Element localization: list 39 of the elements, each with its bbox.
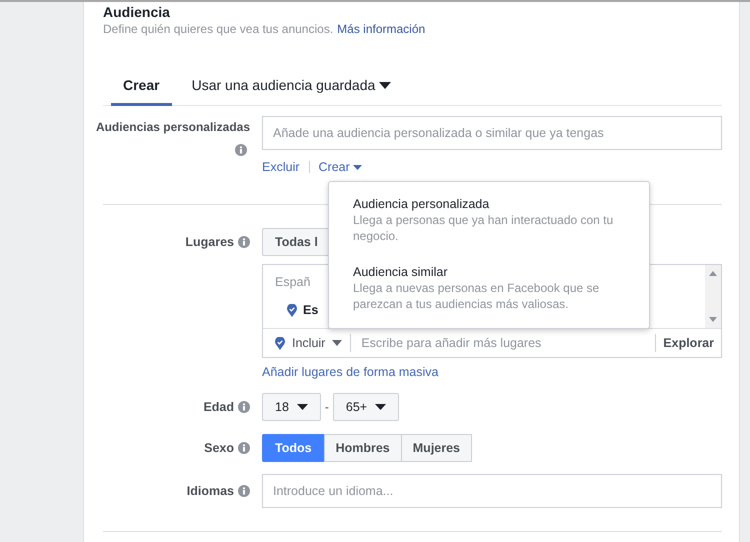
- action-link[interactable]: Crear: [318, 160, 362, 174]
- field-label: Edad: [203, 400, 234, 414]
- info-icon: [238, 236, 250, 248]
- caret-icon: [332, 340, 342, 346]
- section-description: Define quién quieres que vea tus anuncios.: [103, 22, 334, 36]
- field-label: Sexo: [204, 441, 234, 455]
- custom-audience-field[interactable]: Añade una audiencia personalizada o similar que ya tengas: [262, 116, 722, 150]
- location-name: Es: [303, 303, 318, 317]
- info-icon: [235, 144, 247, 156]
- scrollbar[interactable]: [705, 265, 721, 328]
- language-field[interactable]: Introduce un idioma...: [262, 474, 722, 508]
- explore-button[interactable]: Explorar: [655, 334, 721, 352]
- menu-item[interactable]: Audiencia similar Llega a nuevas personas en Facebook que se parezcan a tus audiencias más valiosas.: [329, 262, 649, 314]
- gender-option[interactable]: Todos: [262, 434, 325, 462]
- caret-icon: [296, 404, 308, 410]
- action-link[interactable]: Excluir: [262, 160, 300, 174]
- pin-icon: [287, 304, 297, 316]
- info-icon: [238, 442, 250, 454]
- bulk-locations-link[interactable]: Añadir lugares de forma masiva: [262, 365, 438, 379]
- caret-icon: [375, 404, 386, 410]
- field-label: Audiencias personalizadas: [96, 120, 250, 134]
- section-title: Audiencia: [103, 3, 171, 21]
- include-dropdown[interactable]: Incluir: [263, 334, 352, 352]
- max-age-dropdown[interactable]: 65+: [332, 393, 400, 421]
- range-separator: -: [324, 400, 329, 414]
- scroll-up-icon[interactable]: [709, 271, 717, 276]
- pin-icon: [275, 336, 285, 350]
- gender-option[interactable]: Mujeres: [400, 434, 472, 462]
- field-label: Idiomas: [186, 484, 234, 498]
- more-info-link[interactable]: Más información: [337, 22, 426, 36]
- info-icon: [238, 401, 250, 413]
- tab[interactable]: Crear: [111, 71, 172, 106]
- tab[interactable]: Usar una audiencia guardada: [180, 71, 404, 106]
- field-label: Lugares: [185, 235, 234, 249]
- gender-option[interactable]: Hombres: [324, 434, 402, 462]
- info-icon: [238, 485, 250, 497]
- min-age-dropdown[interactable]: 18: [262, 393, 321, 421]
- scroll-down-icon[interactable]: [709, 317, 717, 322]
- country-header: Españ: [275, 275, 310, 289]
